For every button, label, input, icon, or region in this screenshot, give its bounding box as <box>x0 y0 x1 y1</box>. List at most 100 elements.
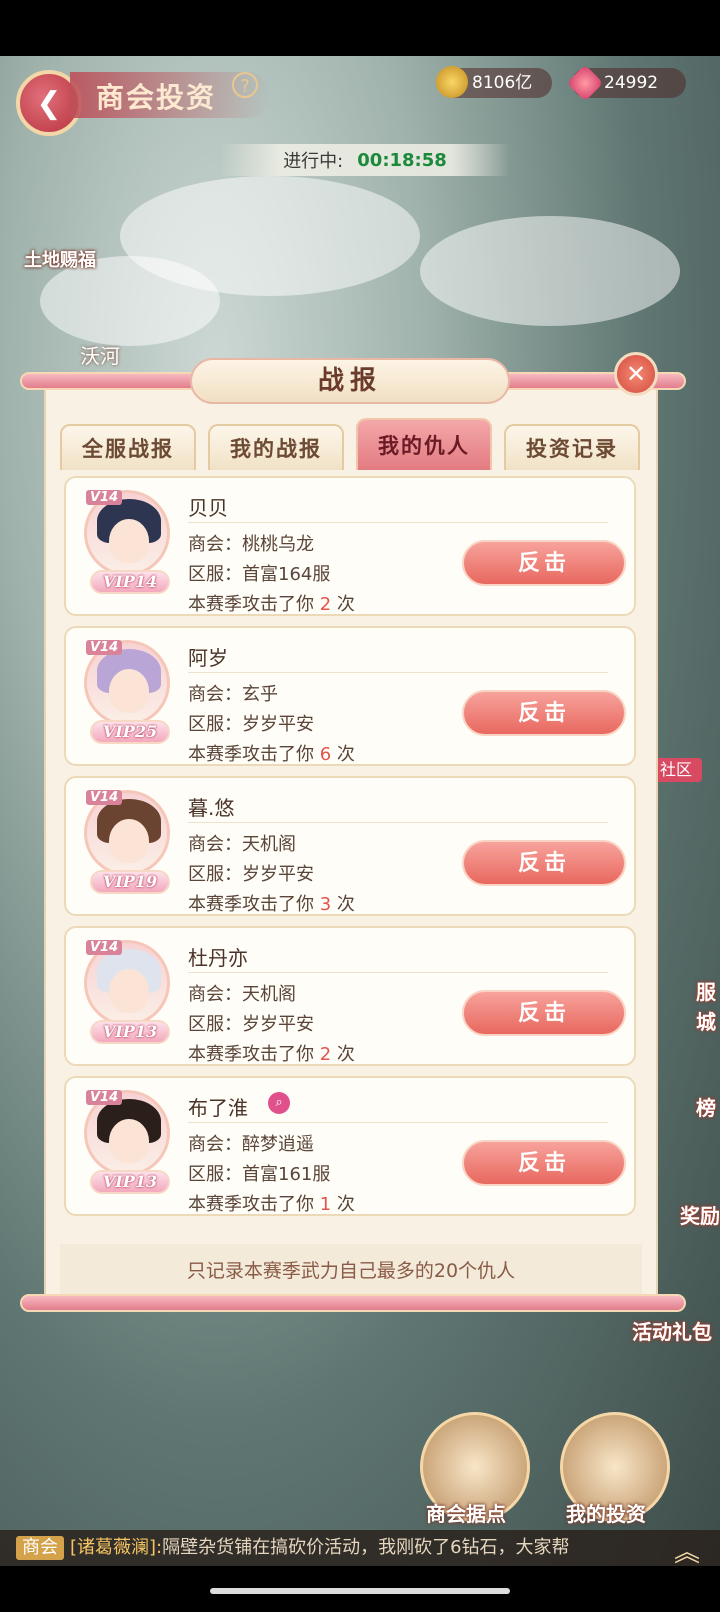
attack-suffix: 次 <box>336 594 355 615</box>
vip-badge: VIP25 <box>90 720 170 744</box>
server-label: 区服： <box>188 714 242 735</box>
tab-server-report[interactable]: 全服战报 <box>60 424 196 470</box>
vip-small-badge: V14 <box>86 640 123 655</box>
search-icon[interactable]: ⌕ <box>268 1092 290 1114</box>
coin-icon <box>436 66 468 98</box>
enemy-card: V14 VIP13 杜丹亦 商会：天机阁 区服：岁岁平安 本赛季攻击了你 2 次 反击 <box>64 926 636 1066</box>
chevron-up-icon[interactable]: ︽ <box>674 1532 700 1569</box>
enemy-name: 阿岁 <box>188 646 228 670</box>
attack-count: 2 <box>319 594 332 615</box>
attack-prefix: 本赛季攻击了你 <box>188 594 314 615</box>
side-label-4[interactable]: 奖励 <box>680 1200 720 1229</box>
attack-line: 本赛季攻击了你 2 次 <box>188 590 355 616</box>
guild-label: 商会： <box>188 534 242 555</box>
tab-my-report[interactable]: 我的战报 <box>208 424 344 470</box>
ticker-speaker: [诸葛薇澜]: <box>70 1537 163 1558</box>
gem-counter[interactable]: 24992 <box>566 64 686 102</box>
guild-label: 商会： <box>188 984 242 1005</box>
avatar-face <box>109 1119 149 1163</box>
guild-line: 商会：天机阁 <box>188 830 296 856</box>
vip-small-badge: V14 <box>86 940 123 955</box>
ticker-message: 隔壁杂货铺在搞砍价活动，我刚砍了6钻石，大家帮 <box>162 1537 570 1558</box>
guild-value: 醉梦逍遥 <box>242 1134 314 1155</box>
server-value: 岁岁平安 <box>242 714 314 735</box>
server-line: 区服：岁岁平安 <box>188 710 314 736</box>
guild-label: 商会： <box>188 684 242 705</box>
counter-attack-button[interactable]: 反击 <box>462 540 626 586</box>
ticker-tag: 商会 <box>16 1536 64 1560</box>
gem-amount: 24992 <box>604 73 659 93</box>
guild-line: 商会：桃桃乌龙 <box>188 530 314 556</box>
server-line: 区服：岁岁平安 <box>188 860 314 886</box>
server-label: 区服： <box>188 564 242 585</box>
attack-suffix: 次 <box>336 1044 355 1065</box>
blessing-button[interactable]: 土地赐福 <box>24 246 96 272</box>
attack-count: 2 <box>319 1044 332 1065</box>
guild-line: 商会：醉梦逍遥 <box>188 1130 314 1156</box>
vip-small-badge: V14 <box>86 790 123 805</box>
status-label: 进行中: <box>283 151 344 172</box>
vip-badge: VIP13 <box>90 1170 170 1194</box>
attack-line: 本赛季攻击了你 1 次 <box>188 1190 355 1216</box>
divider <box>188 822 608 823</box>
attack-prefix: 本赛季攻击了你 <box>188 744 314 765</box>
server-line: 区服：首富161服 <box>188 1160 330 1186</box>
enemy-card: V14 VIP25 阿岁商会：玄乎区服：岁岁平安本赛季攻击了你 6 次 反击 <box>64 626 636 766</box>
enemy-card: V14 VIP19 暮.悠 商会：天机阁 区服：岁岁平安 本赛季攻击了你 3 次 反击 <box>64 776 636 916</box>
my-invest-label: 我的投资 <box>566 1502 646 1526</box>
side-label-3[interactable]: 榜 <box>696 1092 716 1121</box>
guild-label: 商会： <box>188 834 242 855</box>
countdown-timer: 00:18:58 <box>357 149 447 171</box>
vip-small-badge: V14 <box>86 490 123 505</box>
attack-suffix: 次 <box>336 744 355 765</box>
divider <box>188 1122 608 1123</box>
coin-counter[interactable]: 8106亿 <box>436 66 552 98</box>
side-label-1[interactable]: 服 <box>696 976 716 1005</box>
guild-value: 天机阁 <box>242 834 296 855</box>
tab-invest-record[interactable]: 投资记录 <box>504 424 640 470</box>
divider <box>188 522 608 523</box>
attack-count: 1 <box>319 1194 332 1215</box>
footer-note: 只记录本赛季武力自己最多的20个仇人 <box>186 1260 516 1282</box>
server-value: 首富161服 <box>242 1164 331 1185</box>
divider <box>188 672 608 673</box>
attack-count: 6 <box>319 744 332 765</box>
enemy-name: 布了淮 <box>188 1096 248 1120</box>
attack-suffix: 次 <box>336 1194 355 1215</box>
server-label: 区服： <box>188 1014 242 1035</box>
close-icon[interactable]: ✕ <box>614 352 658 396</box>
attack-line: 本赛季攻击了你 6 次 <box>188 740 355 766</box>
guild-line: 商会：天机阁 <box>188 980 296 1006</box>
avatar-face <box>109 669 149 713</box>
server-line: 区服：首富164服 <box>188 560 330 586</box>
guild-value: 天机阁 <box>242 984 296 1005</box>
enemy-card: V14 VIP13 布了淮 ⌕ 商会：醉梦逍遥 区服：首富161服 本赛季攻击了你 1 次 反… <box>64 1076 636 1216</box>
server-label: 区服： <box>188 1164 242 1185</box>
home-indicator[interactable] <box>210 1588 510 1594</box>
vip-badge: VIP19 <box>90 870 170 894</box>
server-line: 区服：岁岁平安 <box>188 1010 314 1036</box>
guild-label: 商会： <box>188 1134 242 1155</box>
attack-line: 本赛季攻击了你 3 次 <box>188 890 355 916</box>
page-title: 商会投资 <box>96 81 217 114</box>
counter-attack-button[interactable]: 反击 <box>462 840 626 886</box>
enemy-name: 杜丹亦 <box>188 946 248 970</box>
chat-ticker[interactable]: 商会 [诸葛薇澜]:隔壁杂货铺在搞砍价活动，我刚砍了6钻石，大家帮 <box>0 1530 720 1566</box>
server-label: 区服： <box>188 864 242 885</box>
attack-prefix: 本赛季攻击了你 <box>188 1044 314 1065</box>
help-icon[interactable]: ? <box>232 72 258 98</box>
guild-line: 商会：玄乎 <box>188 680 278 706</box>
vip-badge: VIP13 <box>90 1020 170 1044</box>
enemy-card: V14 VIP14 贝贝 商会：桃桃乌龙 区服：首富164服 本赛季攻击了你 2 次 反击 <box>64 476 636 616</box>
river-label: 沃河 <box>80 344 120 368</box>
guild-base-label: 商会据点 <box>426 1502 506 1526</box>
counter-attack-button[interactable]: 反击 <box>462 1140 626 1186</box>
coin-amount: 8106亿 <box>472 73 533 93</box>
side-label-2[interactable]: 城 <box>696 1006 716 1035</box>
counter-attack-button[interactable]: 反击 <box>462 990 626 1036</box>
counter-attack-button[interactable]: 反击 <box>462 690 626 736</box>
tab-my-enemies[interactable]: 我的仇人 <box>356 418 492 470</box>
enemy-name: 暮.悠 <box>188 796 235 820</box>
avatar-face <box>109 969 149 1013</box>
activity-gift-button[interactable]: 活动礼包 <box>632 1316 712 1345</box>
